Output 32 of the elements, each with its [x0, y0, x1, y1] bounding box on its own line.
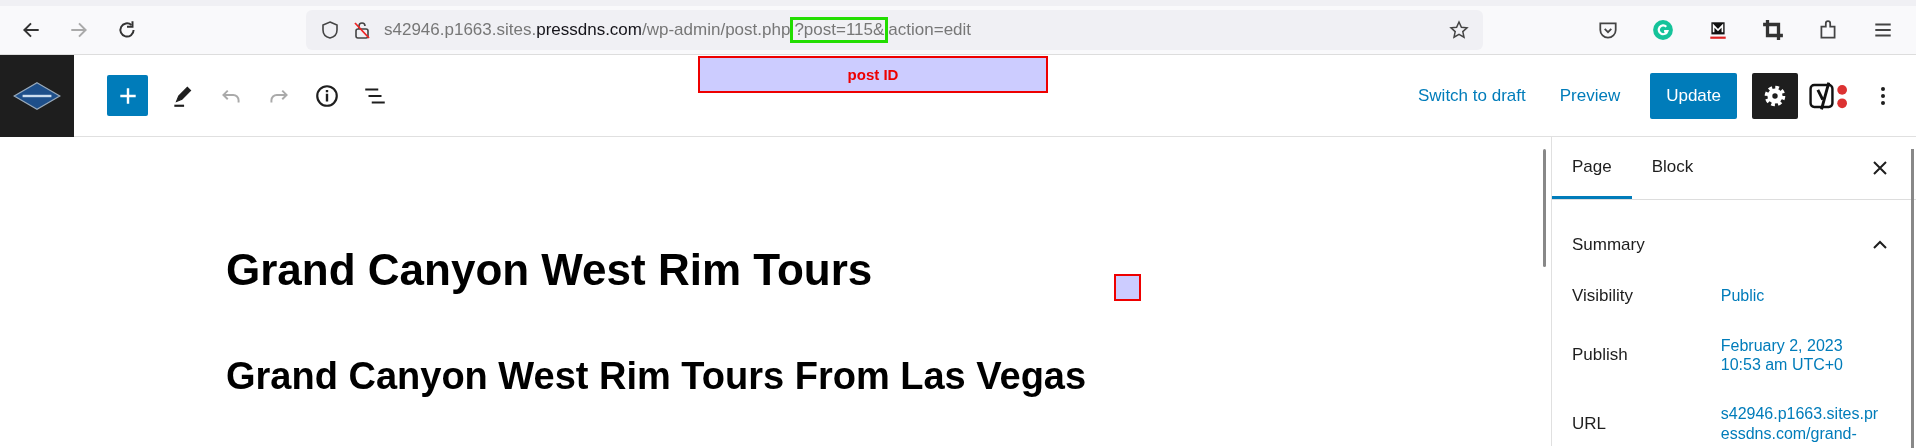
sidebar-scrollbar[interactable]: [1911, 149, 1914, 448]
address-bar[interactable]: s42946.p1663.sites.pressdns.com/wp-admin/post.php ?post=115& action=edit: [306, 10, 1483, 50]
settings-button[interactable]: [1752, 72, 1798, 119]
field-label: Publish: [1572, 345, 1629, 366]
sidebar-tab[interactable]: Page: [1552, 137, 1632, 199]
star-icon[interactable]: [1449, 20, 1469, 40]
field-label: URL: [1572, 413, 1607, 434]
switch-to-draft-link[interactable]: Switch to draft: [1406, 77, 1538, 114]
panel-title[interactable]: Summary: [1572, 235, 1645, 255]
site-logo[interactable]: [0, 54, 74, 137]
field-value-link[interactable]: February 2, 2023 10:53 am UTC+0: [1720, 336, 1886, 375]
extension-logo-icon[interactable]: [1707, 19, 1729, 41]
field-value-link[interactable]: s42946.p1663.sites.pressdns.com/grand-: [1720, 404, 1886, 443]
info-icon[interactable]: [314, 82, 340, 109]
sidebar-tab[interactable]: Block: [1631, 137, 1714, 199]
field-label: Visibility: [1572, 286, 1635, 306]
scrollbar[interactable]: [1543, 149, 1546, 267]
post-title[interactable]: Grand Canyon West Rim Tours: [226, 245, 1551, 295]
url-text: s42946.p1663.sites.pressdns.com/wp-admin/post.php: [384, 20, 791, 40]
highlighted-url-part: ?post=115&: [790, 17, 889, 43]
add-block-button[interactable]: [107, 75, 148, 116]
heading[interactable]: Grand Canyon West Rim Tours From Las Vegas: [226, 355, 1551, 398]
diamond-logo-icon: [13, 80, 61, 111]
shield-icon[interactable]: [320, 20, 340, 40]
preview-link[interactable]: Preview: [1547, 77, 1633, 114]
insecure-lock-icon[interactable]: [352, 20, 372, 40]
crop-icon[interactable]: [1762, 19, 1784, 41]
update-button[interactable]: Update: [1650, 72, 1737, 119]
annotation-label: post ID: [698, 56, 1048, 93]
annotation-marker: [1114, 274, 1141, 301]
field-value-link[interactable]: Public: [1720, 286, 1886, 306]
url-text: action=edit: [888, 20, 972, 40]
